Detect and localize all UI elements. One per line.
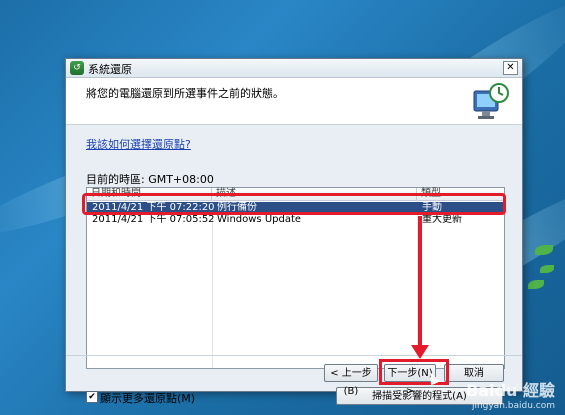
dialog-footer: < 上一步(B) 下一步(N) > 取消 [66, 355, 522, 397]
show-more-label[interactable]: 顯示更多還原點(M) [100, 390, 195, 406]
window-title: 系統還原 [88, 63, 132, 76]
timezone-label: 目前的時區: GMT+08:00 [86, 173, 214, 186]
row-description: Windows Update [217, 214, 302, 225]
table-row[interactable]: 2011/4/21 下午 07:05:52 Windows Update 重大更… [87, 214, 504, 226]
help-link[interactable]: 我該如何選擇還原點? [86, 136, 191, 152]
row-datetime: 2011/4/21 下午 07:05:52 [92, 214, 215, 225]
title-bar[interactable]: ↺ 系統還原 ✕ [66, 59, 522, 78]
watermark-logo: Baidu 經驗 [466, 381, 555, 400]
close-button[interactable]: ✕ [503, 61, 518, 75]
annotation-arrow-head [411, 345, 429, 359]
desktop-leaf-decoration [535, 245, 553, 255]
selected-row-highlight [82, 193, 506, 215]
dialog-content: 我該如何選擇還原點? 目前的時區: GMT+08:00 日期和時間 描述 類型 … [66, 125, 522, 405]
system-restore-dialog: ↺ 系統還原 ✕ 將您的電腦還原到所選事件之前的狀態。 我該如何選擇還原點? 目… [65, 58, 523, 405]
system-restore-icon: ↺ [70, 61, 84, 75]
computer-restore-icon [473, 83, 509, 119]
header-text: 將您的電腦還原到所選事件之前的狀態。 [86, 87, 284, 100]
back-button[interactable]: < 上一步(B) [324, 364, 378, 397]
watermark: Baidu 經驗 jingyan.baidu.com [466, 377, 555, 411]
desktop-leaf-decoration [528, 280, 544, 289]
row-type: 重大更新 [422, 214, 462, 225]
show-more-checkbox[interactable]: ✔ [86, 391, 98, 403]
desktop-leaf-decoration [540, 265, 554, 273]
annotation-arrow-line [418, 216, 422, 346]
watermark-url: jingyan.baidu.com [471, 401, 555, 411]
dialog-header: 將您的電腦還原到所選事件之前的狀態。 [66, 78, 522, 125]
